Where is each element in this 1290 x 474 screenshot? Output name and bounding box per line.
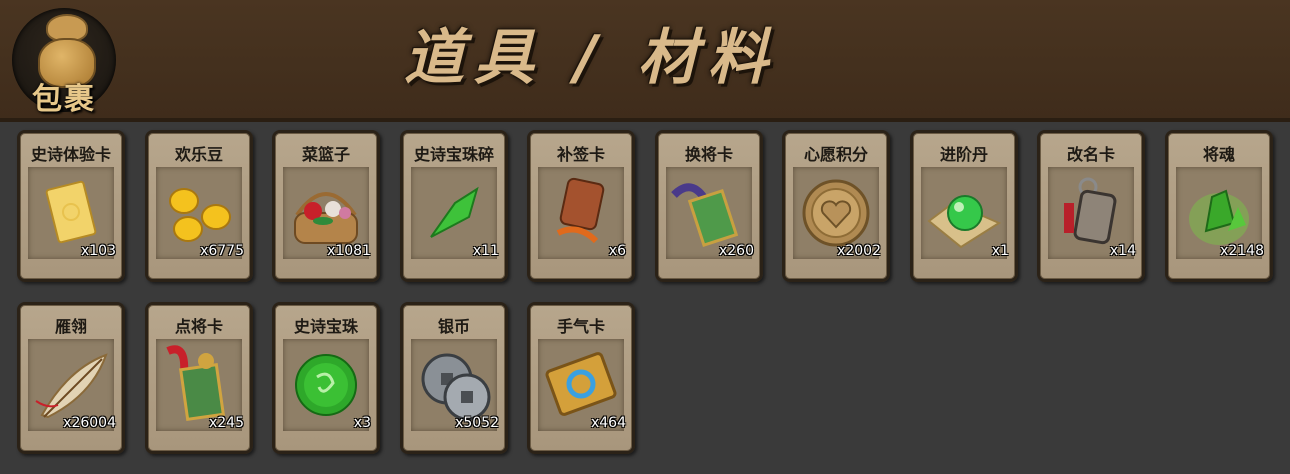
item-count: x245 xyxy=(208,415,244,431)
item-slot[interactable]: 改名卡 x14 xyxy=(1037,130,1145,282)
item-slot[interactable]: 手气卡 x464 xyxy=(527,302,635,454)
item-name: 将魂 xyxy=(1202,145,1235,164)
item-slot[interactable]: 史诗宝珠碎 x11 xyxy=(400,130,508,282)
item-slot[interactable]: 银币 x5052 xyxy=(400,302,508,454)
item-count: x103 xyxy=(80,243,116,259)
item-count: x6 xyxy=(608,243,626,259)
item-name: 点将卡 xyxy=(174,317,223,336)
item-name: 手气卡 xyxy=(556,317,605,336)
item-name: 心愿积分 xyxy=(803,145,868,164)
item-count: x1 xyxy=(991,243,1009,259)
item-slot[interactable]: 雁翎 x26004 xyxy=(17,302,125,454)
item-name: 史诗体验卡 xyxy=(30,145,111,164)
bag-label: 包裹 xyxy=(32,82,96,117)
item-count: x3 xyxy=(353,415,371,431)
item-name: 菜篮子 xyxy=(301,145,350,164)
item-count: x11 xyxy=(472,243,499,259)
item-slot[interactable]: 史诗宝珠 x3 xyxy=(272,302,380,454)
item-count: x260 xyxy=(718,243,754,259)
item-count: x26004 xyxy=(63,415,116,431)
item-slot[interactable]: 菜篮子 x1081 xyxy=(272,130,380,282)
item-slot[interactable]: 点将卡 x245 xyxy=(145,302,253,454)
header-bar: 包裹 道具 / 材料 xyxy=(0,0,1290,122)
item-name: 改名卡 xyxy=(1066,145,1115,164)
item-slot[interactable]: 欢乐豆 x6775 xyxy=(145,130,253,282)
item-count: x2002 xyxy=(837,243,881,259)
item-name: 补签卡 xyxy=(556,145,605,164)
item-slot[interactable]: 换将卡 x260 xyxy=(655,130,763,282)
item-name: 史诗宝珠碎 xyxy=(413,145,494,164)
item-count: x6775 xyxy=(200,243,244,259)
item-name: 史诗宝珠 xyxy=(293,317,358,336)
item-name: 欢乐豆 xyxy=(174,145,223,164)
bag-emblem[interactable]: 包裹 xyxy=(12,8,116,117)
item-count: x1081 xyxy=(327,243,371,259)
item-slot[interactable]: 心愿积分 x2002 xyxy=(782,130,890,282)
item-count: x14 xyxy=(1109,243,1136,259)
page-title: 道具 / 材料 xyxy=(404,23,778,93)
item-count: x2148 xyxy=(1220,243,1264,259)
item-name: 换将卡 xyxy=(684,145,733,164)
item-name: 雁翎 xyxy=(54,317,87,336)
item-count: x5052 xyxy=(455,415,499,431)
item-slot[interactable]: 将魂 x2148 xyxy=(1165,130,1273,282)
item-slot[interactable]: 补签卡 x6 xyxy=(527,130,635,282)
item-name: 银币 xyxy=(437,317,470,336)
item-count: x464 xyxy=(590,415,626,431)
item-name: 进阶丹 xyxy=(939,145,988,164)
item-slot[interactable]: 史诗体验卡 x103 xyxy=(17,130,125,282)
item-slot[interactable]: 进阶丹 x1 xyxy=(910,130,1018,282)
